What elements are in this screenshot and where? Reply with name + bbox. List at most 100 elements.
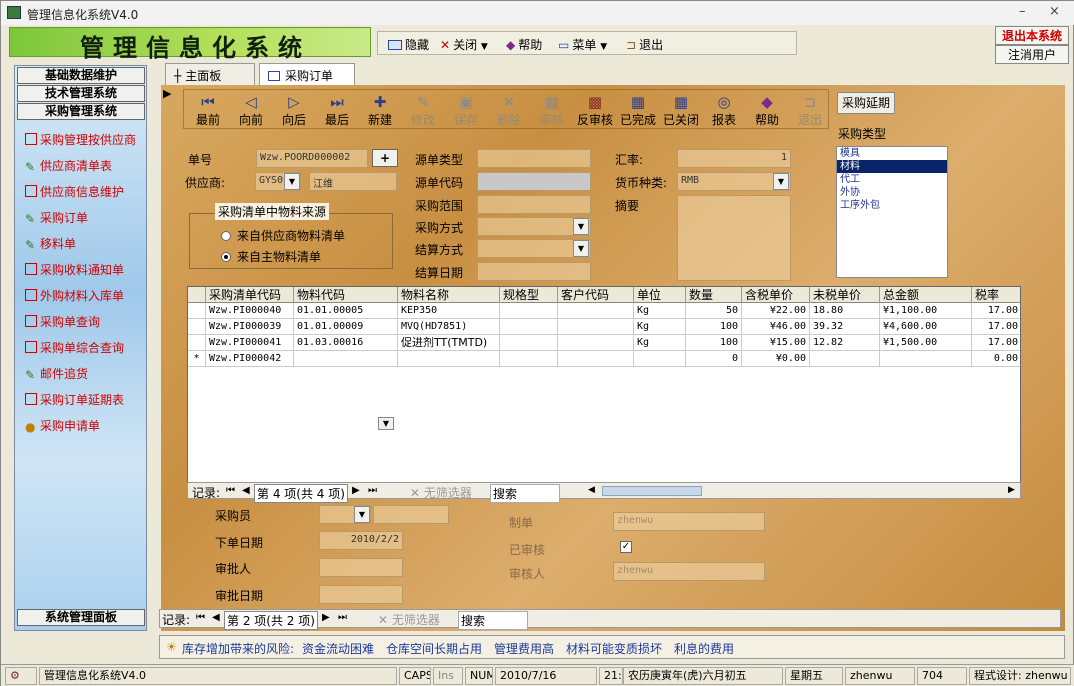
hint-item[interactable]: 管理费用高 <box>494 640 554 657</box>
cell[interactable] <box>558 303 634 319</box>
row-selector[interactable] <box>188 303 206 319</box>
nav-prev-icon[interactable]: ◀ <box>212 612 220 623</box>
cell[interactable] <box>810 351 880 367</box>
cell[interactable] <box>634 351 686 367</box>
col-header-material-code[interactable]: 物料代码 <box>294 287 398 303</box>
first-button[interactable]: ⏮ 最前 <box>187 93 229 128</box>
nav-last-icon[interactable]: ⏭ <box>368 485 377 496</box>
cell[interactable]: Kg <box>634 319 686 335</box>
unaudit-button[interactable]: ▩ 反审核 <box>574 93 616 128</box>
col-header-total[interactable]: 总金额 <box>880 287 972 303</box>
rate-field[interactable]: 1 <box>677 149 791 168</box>
sidebar-head-tech[interactable]: 技术管理系统 <box>17 85 145 102</box>
cell[interactable]: Wzw.PI000039 <box>206 319 294 335</box>
nav-filter[interactable]: ✕ 无筛选器 <box>410 484 472 501</box>
horizontal-scrollbar[interactable] <box>602 486 702 496</box>
cell[interactable] <box>500 351 558 367</box>
cell[interactable]: 100 <box>686 319 742 335</box>
table-row[interactable]: Wzw.PI000039 01.01.00009 MVQ(HD7851) Kg … <box>188 319 1020 335</box>
col-header-customer-code[interactable]: 客户代码 <box>558 287 634 303</box>
new-button[interactable]: ✚ 新建 <box>359 93 401 128</box>
hint-item[interactable]: 利息的费用 <box>674 640 734 657</box>
cell[interactable]: 17.00 <box>972 335 1020 351</box>
cell[interactable]: KEP350 <box>398 303 500 319</box>
chevron-down-icon[interactable]: ▼ <box>284 173 300 190</box>
col-header-list-code[interactable]: 采购清单代码 <box>206 287 294 303</box>
minimize-button[interactable]: – <box>1019 4 1026 19</box>
sidebar-item-move-material[interactable]: ✎ 移料单 <box>25 235 76 252</box>
cell[interactable]: 50 <box>686 303 742 319</box>
nav-next-icon[interactable]: ▶ <box>352 485 360 496</box>
sidebar-head-basic-data[interactable]: 基础数据维护 <box>17 67 145 84</box>
sidebar-item-order-delay[interactable]: 采购订单延期表 <box>25 391 124 408</box>
chevron-down-icon[interactable]: ▼ <box>773 173 789 190</box>
close-tab-button[interactable]: ✕ 关闭 ▼ <box>440 36 488 53</box>
nav-position[interactable]: 第 4 项(共 4 项) <box>254 484 348 503</box>
hint-item[interactable]: 资金流动困难 <box>302 640 374 657</box>
sidebar-item-purchase-by-supplier[interactable]: 采购管理按供应商 <box>25 131 136 148</box>
help-button[interactable]: ◆ 帮助 <box>506 36 542 53</box>
nav-position[interactable]: 第 2 项(共 2 项) <box>224 611 318 630</box>
cell[interactable]: ¥0.00 <box>742 351 810 367</box>
cell[interactable]: 17.00 <box>972 319 1020 335</box>
cell[interactable]: MVQ(HD7851) <box>398 319 500 335</box>
cell[interactable]: ¥46.00 <box>742 319 810 335</box>
new-row-marker[interactable]: * <box>188 351 206 367</box>
closed-button[interactable]: ▦ 已关闭 <box>660 93 702 128</box>
logout-button[interactable]: 注消用户 <box>995 45 1069 64</box>
cell[interactable]: ¥22.00 <box>742 303 810 319</box>
audited-checkbox[interactable]: ✓ <box>620 541 632 553</box>
cell[interactable]: Wzw.PI000041 <box>206 335 294 351</box>
approve-date-field[interactable] <box>319 585 403 604</box>
nav-search-input[interactable]: 搜索 <box>490 484 560 503</box>
chevron-down-icon[interactable]: ▼ <box>573 218 589 235</box>
cell[interactable]: 17.00 <box>972 303 1020 319</box>
nav-next-icon[interactable]: ▶ <box>322 612 330 623</box>
tab-main-panel[interactable]: ┼ 主面板 <box>165 63 255 85</box>
sidebar-item-supplier-maintain[interactable]: 供应商信息维护 <box>25 183 124 200</box>
cell[interactable]: ¥15.00 <box>742 335 810 351</box>
completed-button[interactable]: ▦ 已完成 <box>617 93 659 128</box>
col-header-unit[interactable]: 单位 <box>634 287 686 303</box>
form-exit-button[interactable]: ⊐ 退出 <box>789 93 831 128</box>
hint-item[interactable]: 材料可能变质损坏 <box>566 640 662 657</box>
purchase-type-option[interactable]: 模具 <box>837 147 947 160</box>
purchase-type-option[interactable]: 工序外包 <box>837 199 947 212</box>
system-panel-button[interactable]: 系统管理面板 <box>17 609 145 626</box>
cell[interactable]: ¥4,600.00 <box>880 319 972 335</box>
hint-item[interactable]: 仓库空间长期占用 <box>386 640 482 657</box>
scroll-left-icon[interactable]: ◀ <box>588 485 595 495</box>
cell[interactable] <box>500 303 558 319</box>
order-date-field[interactable]: 2010/2/2 <box>319 531 403 550</box>
sidebar-item-purchase-request[interactable]: ● 采购申请单 <box>25 417 100 434</box>
exit-button[interactable]: ⊐ 退出 <box>626 36 663 53</box>
cell[interactable]: 0 <box>686 351 742 367</box>
order-no-field[interactable]: Wzw.POORD000002 <box>256 149 368 168</box>
purchase-type-option-selected[interactable]: 材料 <box>837 160 947 173</box>
cell[interactable]: 100 <box>686 335 742 351</box>
cell[interactable]: 18.80 <box>810 303 880 319</box>
tab-purchase-order[interactable]: 采购订单 <box>259 63 355 85</box>
cell[interactable] <box>294 351 398 367</box>
add-order-button[interactable]: + <box>372 149 398 167</box>
sidebar-item-order-combined-query[interactable]: 采购单综合查询 <box>25 339 124 356</box>
radio-supplier-list[interactable]: 来自供应商物料清单 <box>221 227 345 244</box>
nav-prev-icon[interactable]: ◀ <box>242 485 250 496</box>
purchase-type-option[interactable]: 外协 <box>837 186 947 199</box>
menu-button[interactable]: ▭ 菜单 ▼ <box>558 36 607 53</box>
radio-main-list[interactable]: 来自主物料清单 <box>221 248 321 265</box>
settle-date-field[interactable] <box>477 262 591 281</box>
scroll-right-icon[interactable]: ▶ <box>1008 485 1015 495</box>
cell[interactable]: Kg <box>634 303 686 319</box>
nav-first-icon[interactable]: ⏮ <box>196 612 205 623</box>
next-button[interactable]: ▷ 向后 <box>273 93 315 128</box>
cell[interactable]: Wzw.PI000042 <box>206 351 294 367</box>
nav-first-icon[interactable]: ⏮ <box>226 485 235 496</box>
row-selector[interactable] <box>188 335 206 351</box>
cell[interactable]: Wzw.PI000040 <box>206 303 294 319</box>
audit-button[interactable]: ▦ 审核 <box>531 93 573 128</box>
sidebar-item-inbound[interactable]: 外购材料入库单 <box>25 287 124 304</box>
cell[interactable]: 促进剂TT(TMTD) <box>398 335 500 351</box>
chevron-down-icon[interactable]: ▼ <box>573 240 589 257</box>
form-help-button[interactable]: ◆ 帮助 <box>746 93 788 128</box>
